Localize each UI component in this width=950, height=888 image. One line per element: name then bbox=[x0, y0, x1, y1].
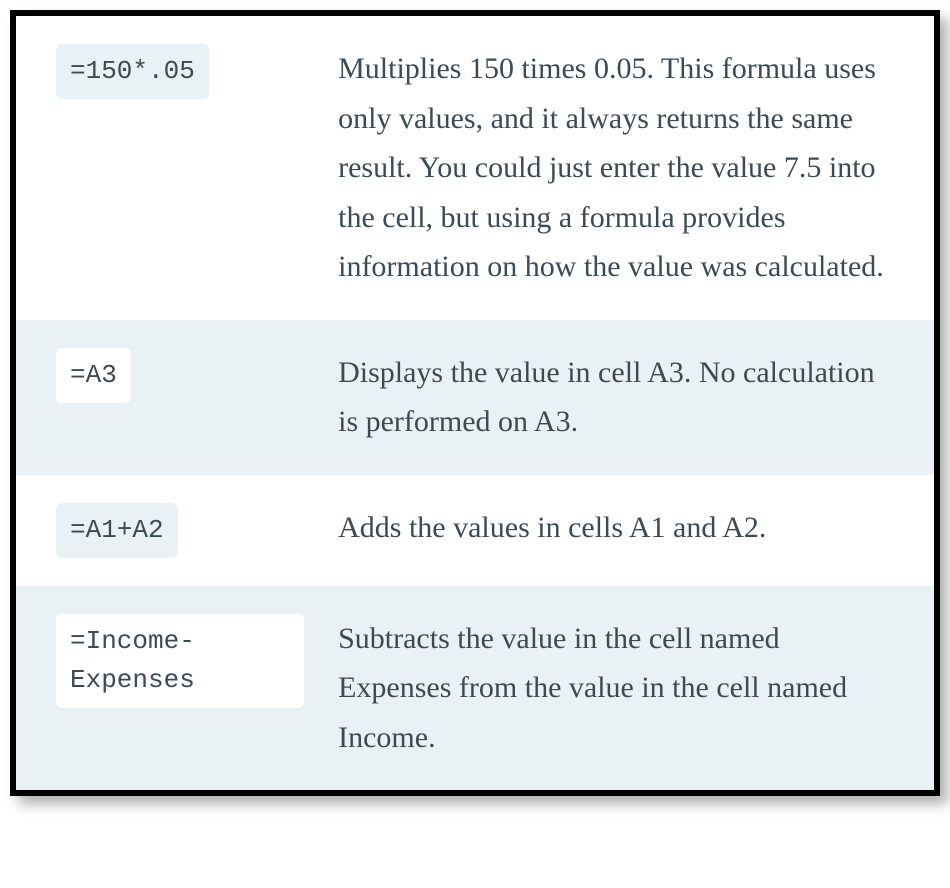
formula-code: =A1+A2 bbox=[56, 503, 178, 558]
table-row: =Income-Expenses Subtracts the value in … bbox=[16, 586, 934, 791]
document-frame: =150*.05 Multiplies 150 times 0.05. This… bbox=[10, 10, 940, 796]
formula-cell: =A3 bbox=[16, 320, 328, 475]
formula-cell: =150*.05 bbox=[16, 16, 328, 320]
formula-code: =A3 bbox=[56, 348, 131, 403]
table-row: =A1+A2 Adds the values in cells A1 and A… bbox=[16, 475, 934, 586]
formula-code: =Income-Expenses bbox=[56, 614, 304, 708]
description-cell: Multiplies 150 times 0.05. This formula … bbox=[328, 16, 934, 320]
table-row: =150*.05 Multiplies 150 times 0.05. This… bbox=[16, 16, 934, 320]
description-cell: Displays the value in cell A3. No calcul… bbox=[328, 320, 934, 475]
table-row: =A3 Displays the value in cell A3. No ca… bbox=[16, 320, 934, 475]
description-cell: Adds the values in cells A1 and A2. bbox=[328, 475, 934, 586]
formula-table: =150*.05 Multiplies 150 times 0.05. This… bbox=[16, 16, 934, 790]
description-cell: Subtracts the value in the cell named Ex… bbox=[328, 586, 934, 791]
formula-cell: =A1+A2 bbox=[16, 475, 328, 586]
formula-cell: =Income-Expenses bbox=[16, 586, 328, 791]
formula-code: =150*.05 bbox=[56, 44, 209, 99]
